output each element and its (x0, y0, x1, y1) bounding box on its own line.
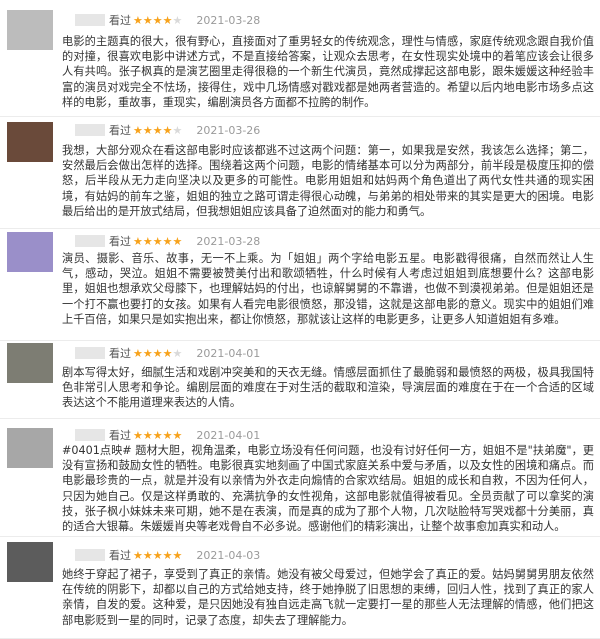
username-blurred[interactable] (75, 347, 105, 359)
star-icon: ★ (152, 234, 163, 248)
star-rating: ★★★★★ (133, 14, 182, 27)
watched-label: 看过 (109, 549, 131, 562)
review-text: 电影的主题真的很大，很有野心，直接面对了重男轻女的传统观念，理性与情感，家庭传统… (62, 35, 594, 109)
star-icon: ★ (172, 13, 183, 27)
star-icon: ★ (172, 428, 183, 442)
star-icon: ★ (133, 13, 143, 27)
avatar[interactable] (7, 232, 53, 272)
watched-label: 看过 (109, 429, 131, 442)
star-icon: ★ (162, 346, 173, 360)
review-text: 演员、摄影、音乐、故事，无一不上乘。为「姐姐」两个字给电影五星。电影戳得很痛，自… (62, 252, 594, 326)
star-icon: ★ (152, 346, 163, 360)
review-date: 2021-03-28 (196, 234, 261, 248)
username-blurred[interactable] (75, 124, 105, 136)
star-icon: ★ (133, 346, 143, 360)
username-blurred[interactable] (75, 14, 105, 26)
star-icon: ★ (152, 13, 163, 27)
star-icon: ★ (133, 548, 143, 562)
star-icon: ★ (162, 123, 173, 137)
review-date: 2021-04-01 (196, 346, 261, 360)
star-rating: ★★★★★ (133, 347, 182, 360)
avatar[interactable] (7, 428, 53, 468)
review-date: 2021-04-01 (196, 428, 261, 442)
username-blurred[interactable] (75, 429, 105, 441)
star-rating: ★★★★★ (133, 549, 182, 562)
review-date: 2021-03-28 (196, 13, 261, 27)
star-icon: ★ (133, 123, 143, 137)
star-rating: ★★★★★ (133, 124, 182, 137)
review-item: 看过 ★★★★★ 2021-04-01 剧本写得太好，细腻生活和戏剧冲突美和的天衣无缝… (0, 341, 600, 419)
review-item: 看过 ★★★★★ 2021-04-03 她终于穿起了裙子，享受到了真正的亲情。她没有被… (0, 537, 600, 639)
star-icon: ★ (133, 428, 143, 442)
avatar[interactable] (7, 10, 53, 50)
watched-label: 看过 (109, 124, 131, 137)
review-meta: 看过 ★★★★★ 2021-04-01 (75, 345, 260, 361)
review-item: 看过 ★★★★★ 2021-04-01 #0401点映# 题材大胆，视角温柔，电影立场… (0, 419, 600, 537)
star-icon: ★ (142, 234, 153, 248)
review-meta: 看过 ★★★★★ 2021-04-03 (75, 547, 260, 563)
star-icon: ★ (162, 548, 173, 562)
review-meta: 看过 ★★★★★ 2021-03-26 (75, 122, 260, 138)
review-meta: 看过 ★★★★★ 2021-03-28 (75, 233, 260, 249)
star-icon: ★ (172, 548, 183, 562)
star-icon: ★ (142, 346, 153, 360)
avatar[interactable] (7, 542, 53, 582)
star-rating: ★★★★★ (133, 235, 182, 248)
star-icon: ★ (162, 234, 173, 248)
star-icon: ★ (133, 234, 143, 248)
watched-label: 看过 (109, 235, 131, 248)
star-icon: ★ (142, 548, 153, 562)
star-icon: ★ (142, 123, 153, 137)
avatar[interactable] (7, 343, 53, 383)
star-icon: ★ (152, 428, 163, 442)
username-blurred[interactable] (75, 549, 105, 561)
review-meta: 看过 ★★★★★ 2021-04-01 (75, 427, 260, 443)
review-item: 看过 ★★★★★ 2021-03-26 我想，大部分观众在看这部电影时应该都逃不过这两… (0, 117, 600, 229)
review-item: 看过 ★★★★★ 2021-03-28 电影的主题真的很大，很有野心，直接面对了重男轻… (0, 0, 600, 117)
star-rating: ★★★★★ (133, 429, 182, 442)
star-icon: ★ (162, 13, 173, 27)
review-text: 她终于穿起了裙子，享受到了真正的亲情。她没有被父母爱过，但她学会了真正的爱。姑妈… (62, 568, 594, 627)
review-text: 剧本写得太好，细腻生活和戏剧冲突美和的天衣无缝。情感层面抓住了最脆弱和最愤怒的两… (62, 366, 594, 410)
review-text: #0401点映# 题材大胆，视角温柔，电影立场没有任何问题，也没有讨好任何一方，… (62, 444, 594, 534)
username-blurred[interactable] (75, 235, 105, 247)
star-icon: ★ (142, 428, 153, 442)
review-meta: 看过 ★★★★★ 2021-03-28 (75, 12, 260, 28)
star-icon: ★ (152, 548, 163, 562)
watched-label: 看过 (109, 347, 131, 360)
avatar[interactable] (7, 122, 53, 162)
star-icon: ★ (152, 123, 163, 137)
review-date: 2021-04-03 (196, 548, 261, 562)
star-icon: ★ (142, 13, 153, 27)
review-text: 我想，大部分观众在看这部电影时应该都逃不过这两个问题：第一，如果我是安然，我该怎… (62, 144, 594, 218)
star-icon: ★ (172, 346, 183, 360)
review-date: 2021-03-26 (196, 123, 261, 137)
star-icon: ★ (172, 123, 183, 137)
star-icon: ★ (172, 234, 183, 248)
watched-label: 看过 (109, 14, 131, 27)
star-icon: ★ (162, 428, 173, 442)
review-item: 看过 ★★★★★ 2021-03-28 演员、摄影、音乐、故事，无一不上乘。为「姐姐」… (0, 229, 600, 341)
